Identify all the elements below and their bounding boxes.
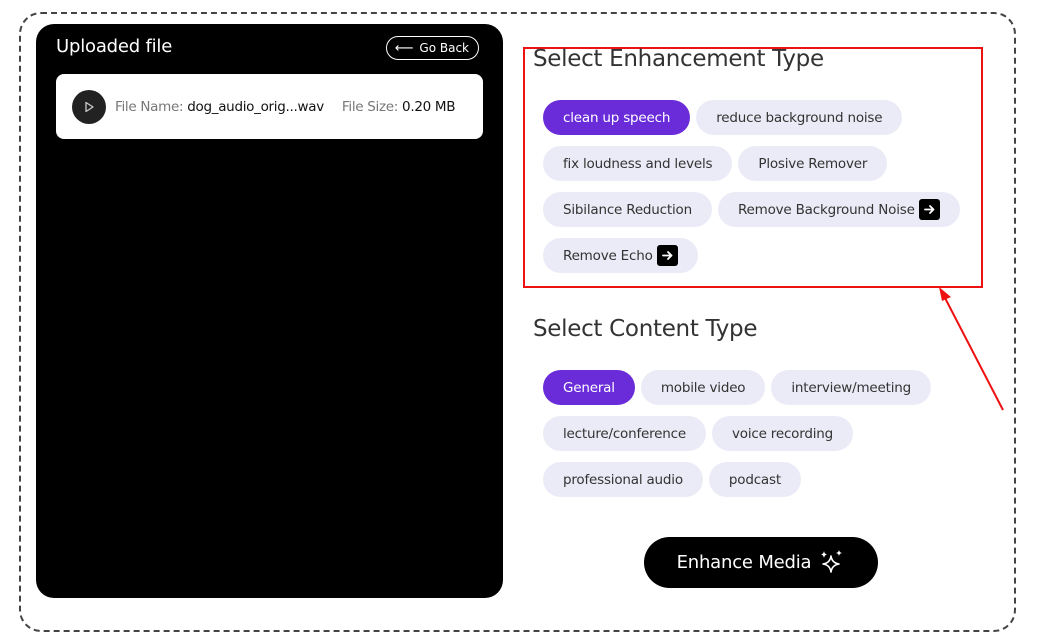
annotation-arrow	[939, 287, 1004, 411]
content-type-title: Select Content Type	[533, 316, 758, 342]
enhance-media-label: Enhance Media	[676, 552, 812, 573]
enhance-media-button[interactable]: Enhance Media	[644, 537, 878, 588]
content-type-options: General mobile video interview/meeting l…	[543, 370, 943, 497]
chip-lecture-conference[interactable]: lecture/conference	[543, 416, 706, 451]
chip-general[interactable]: General	[543, 370, 635, 405]
chip-podcast[interactable]: podcast	[708, 462, 801, 497]
chip-mobile-video[interactable]: mobile video	[640, 370, 766, 405]
sparkles-icon	[821, 549, 843, 573]
chip-professional-audio[interactable]: professional audio	[543, 462, 703, 497]
chip-voice-recording[interactable]: voice recording	[711, 416, 854, 451]
chip-interview-meeting[interactable]: interview/meeting	[771, 370, 931, 405]
